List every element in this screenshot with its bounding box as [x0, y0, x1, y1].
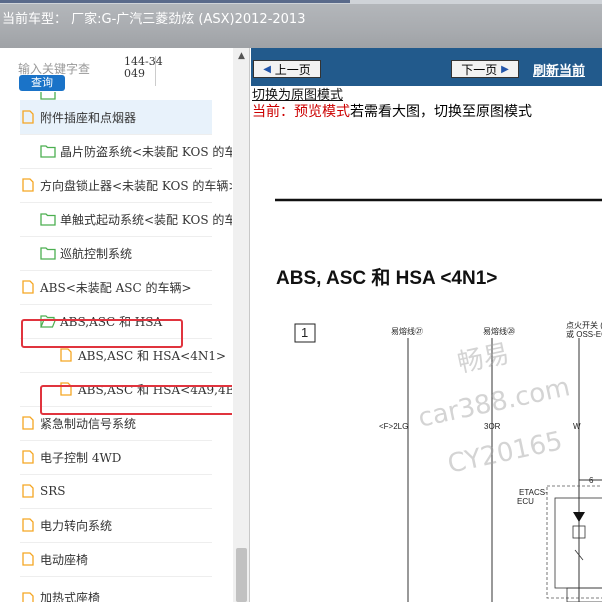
prev-page-label: 上一页	[274, 62, 311, 77]
window-header: 当前车型： 厂家:G-广汽三菱劲炫 (ASX)2012-2013	[0, 0, 602, 48]
tree-item-label: 电力转向系统	[40, 518, 113, 533]
tree-item-accessory-socket[interactable]: 附件插座和点烟器	[20, 100, 212, 134]
row-divider	[20, 576, 212, 577]
folder-icon	[40, 145, 56, 158]
ecu-label-2: ECU	[517, 497, 534, 506]
document-icon	[22, 592, 34, 602]
catalog-sidebar: 查询 144-34049 附件插座和点烟器 晶片防盗系统<未装配 KOS 的车辆…	[0, 48, 250, 602]
tree-item-electronic-4wd[interactable]: 电子控制 4WD	[20, 440, 232, 474]
wiring-diagram: 1 ABS, ASC 和 HSA <4N1> 易熔线㉗ 易熔线㉘ 点火开关 (I…	[251, 120, 602, 602]
document-icon	[22, 484, 34, 498]
header-edge-dark	[0, 0, 350, 3]
highlight-box-abs-4a9-4b1	[40, 385, 232, 415]
document-icon	[22, 552, 34, 566]
tree-item-label: 巡航控制系统	[60, 246, 133, 261]
highlight-box-abs-asc-hsa	[21, 319, 183, 348]
page-nav-bar: ◀ 上一页 下一页 ▶ 刷新当前	[251, 48, 602, 86]
folder-icon	[40, 213, 56, 226]
tree-item-label: 紧急制动信号系统	[40, 416, 137, 431]
ignition-label-2: 或 OSS-ECU	[566, 330, 602, 339]
vehicle-model-title: 当前车型： 厂家:G-广汽三菱劲炫 (ASX)2012-2013	[2, 12, 306, 27]
sidebar-scrollbar[interactable]: ▲	[233, 48, 249, 602]
tree-item-power-steering[interactable]: 电力转向系统	[20, 508, 232, 542]
page-code: 144-34049	[124, 55, 163, 80]
tree-item-label: 电子控制 4WD	[40, 450, 122, 465]
document-viewer: ◀ 上一页 下一页 ▶ 刷新当前 切换为原图模式 当前：预览模式若需看大图，切换…	[251, 48, 602, 602]
fuse-label-1: 易熔线㉗	[391, 327, 423, 336]
tree-item-label: 方向盘锁止器<未装配 KOS 的车辆>	[40, 178, 232, 193]
preview-mode-notice: 当前：预览模式若需看大图，切换至原图模式	[252, 101, 532, 121]
tree-item-heated-seat[interactable]: 加热式座椅	[20, 582, 232, 602]
document-icon	[60, 348, 72, 362]
tree-item-label: 电动座椅	[40, 552, 89, 567]
document-icon	[22, 110, 34, 124]
diagram-title: ABS, ASC 和 HSA <4N1>	[276, 268, 498, 289]
search-area: 查询 144-34049	[0, 48, 249, 92]
wire-label-1: <F>2LG	[379, 422, 409, 431]
section-number: 1	[301, 325, 309, 340]
document-icon	[22, 518, 34, 532]
code-divider	[155, 56, 156, 86]
tree-item-label: 加热式座椅	[40, 591, 101, 602]
arrow-right-icon: ▶	[501, 63, 509, 75]
tree-item-srs[interactable]: SRS	[20, 474, 232, 508]
tree-item-one-touch-start[interactable]: 单触式起动系统<装配 KOS 的车辆>	[40, 202, 232, 236]
prev-page-button[interactable]: ◀ 上一页	[253, 60, 321, 78]
tree-item-label: ABS,ASC 和 HSA<4N1>	[78, 348, 227, 363]
notice-hint: 若需看大图，切换至原图模式	[350, 104, 532, 120]
ecu-label: ETACS-	[519, 488, 548, 497]
folder-icon	[40, 92, 56, 100]
tree-item-abs-no-asc[interactable]: ABS<未装配 ASC 的车辆>	[20, 270, 232, 304]
document-icon	[22, 178, 34, 192]
wiring-diagram-graphic	[275, 198, 602, 602]
scroll-up-arrow-icon[interactable]: ▲	[233, 48, 249, 65]
document-icon	[22, 280, 34, 294]
tree-item-partial	[40, 92, 230, 100]
search-button[interactable]: 查询	[19, 75, 65, 91]
tree-item-label: SRS	[40, 484, 66, 498]
wire-label-3: W	[573, 422, 581, 431]
tree-item-immobilizer[interactable]: 晶片防盗系统<未装配 KOS 的车辆>	[40, 134, 232, 168]
tree-item-label: 晶片防盗系统<未装配 KOS 的车辆>	[60, 144, 232, 159]
tree-item-steering-lock[interactable]: 方向盘锁止器<未装配 KOS 的车辆>	[20, 168, 232, 202]
arrow-left-icon: ◀	[263, 63, 271, 75]
next-page-label: 下一页	[461, 62, 498, 77]
next-page-button[interactable]: 下一页 ▶	[451, 60, 519, 78]
folder-icon	[40, 247, 56, 260]
tree-item-label: 附件插座和点烟器	[40, 110, 137, 125]
catalog-tree: 附件插座和点烟器 晶片防盗系统<未装配 KOS 的车辆> 方向盘锁止器<未装配 …	[0, 92, 232, 602]
wire-label-2: 3OR	[484, 422, 501, 431]
tree-item-cruise-control[interactable]: 巡航控制系统	[40, 236, 232, 270]
notice-current-mode: 当前：预览模式	[252, 104, 350, 120]
tree-item-label: 单触式起动系统<装配 KOS 的车辆>	[60, 212, 232, 227]
tree-item-power-seat[interactable]: 电动座椅	[20, 542, 232, 576]
pin-label: 6	[589, 476, 594, 485]
scroll-thumb[interactable]	[236, 548, 247, 602]
document-icon	[22, 416, 34, 430]
tree-item-label: ABS<未装配 ASC 的车辆>	[40, 280, 192, 295]
refresh-current-link[interactable]: 刷新当前	[533, 60, 585, 79]
document-icon	[22, 450, 34, 464]
